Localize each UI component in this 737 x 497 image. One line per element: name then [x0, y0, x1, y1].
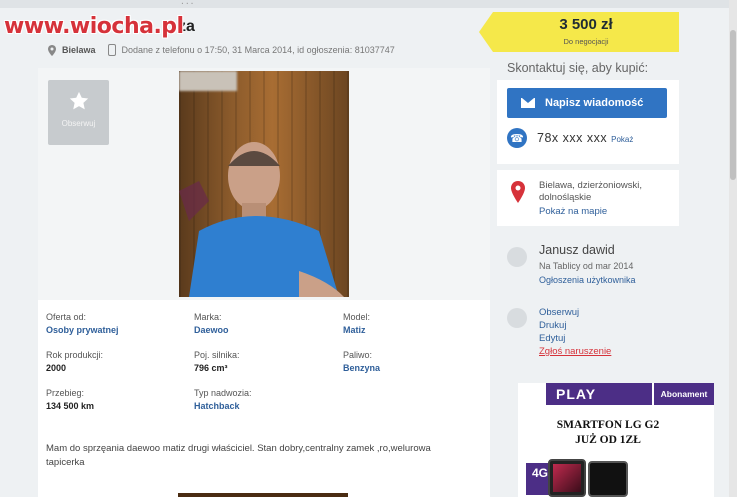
listing-photo[interactable] — [179, 71, 349, 297]
blurred-region — [179, 71, 237, 91]
next-photo-peek[interactable] — [178, 493, 348, 497]
spec-value: 796 cm³ — [194, 363, 228, 373]
watermark: www.wiocha.pl — [4, 14, 184, 39]
actions-box: Obserwuj Drukuj Edytuj Zgłoś naruszenie — [497, 304, 679, 364]
send-message-button[interactable]: Napisz wiadomość — [507, 88, 667, 118]
observe-label: Obserwuj — [61, 119, 96, 128]
listing-main-panel: Obserwuj Oferta od: Osoby prywatnej Marka… — [38, 68, 490, 497]
scrollbar[interactable] — [729, 0, 737, 497]
user-box: Janusz dawid Na Tablicy od mar 2014 Ogło… — [497, 239, 679, 291]
spec-key: Marka: — [194, 312, 222, 322]
print-link[interactable]: Drukuj — [539, 320, 566, 331]
listing-description: Mam do sprzęania daewoo matiz drugi właś… — [46, 443, 431, 468]
avatar — [507, 247, 527, 267]
address-text: ... — [180, 0, 195, 6]
spec-key: Model: — [343, 312, 371, 322]
listing-location[interactable]: Bielawa — [62, 45, 96, 55]
user-since: Na Tablicy od mar 2014 — [539, 261, 634, 271]
observe-link[interactable]: Obserwuj — [539, 307, 579, 318]
spec-value-link[interactable]: Daewoo — [194, 325, 229, 335]
person-photo-illustration — [179, 142, 344, 297]
spec-mileage: Przebieg: 134 500 km — [46, 388, 94, 411]
send-message-label: Napisz wiadomość — [545, 97, 644, 109]
listing-meta: Bielawa Dodane z telefonu o 17:50, 31 Ma… — [48, 44, 395, 56]
location-text: Bielawa, dzierżoniowski, dolnośląskie — [539, 180, 642, 204]
spec-key: Rok produkcji: — [46, 350, 104, 360]
spec-value: 2000 — [46, 363, 67, 373]
spec-value: 134 500 km — [46, 401, 95, 411]
price-tag: 3 500 zł Do negocjacji — [479, 12, 679, 52]
envelope-icon — [521, 98, 535, 108]
report-link[interactable]: Zgłoś naruszenie — [539, 346, 611, 357]
price-negotiable: Do negocjacji — [563, 37, 609, 46]
phone-icon: ☎ — [507, 128, 527, 148]
spec-body-type: Typ nadwozia: Hatchback — [194, 388, 252, 411]
spec-offer-from: Oferta od: Osoby prywatnej — [46, 312, 119, 335]
user-name: Janusz dawid — [539, 243, 615, 257]
spec-make: Marka: Daewoo — [194, 312, 229, 335]
user-ads-link[interactable]: Ogłoszenia użytkownika — [539, 275, 636, 285]
location-pin-icon — [48, 44, 56, 56]
spec-value-link[interactable]: Matiz — [343, 325, 370, 335]
spec-key: Oferta od: — [46, 312, 87, 322]
spec-year: Rok produkcji: 2000 — [46, 350, 103, 373]
star-icon — [69, 91, 88, 110]
contact-box: Napisz wiadomość ☎ 78x xxx xxx Pokaż — [497, 80, 679, 164]
location-line1: Bielawa, dzierżoniowski, — [539, 180, 642, 191]
spec-engine: Poj. silnika: 796 cm³ — [194, 350, 240, 373]
map-pin-icon — [511, 181, 525, 203]
listing-added-info: Dodane z telefonu o 17:50, 31 Marca 2014… — [121, 45, 395, 55]
spec-key: Paliwo: — [343, 350, 373, 360]
chat-bubble-icon — [507, 308, 527, 328]
ad-brand: PLAY — [546, 383, 652, 405]
location-box: Bielawa, dzierżoniowski, dolnośląskie Pok… — [497, 170, 679, 226]
spec-key: Typ nadwozia: — [194, 388, 252, 398]
edit-link[interactable]: Edytuj — [539, 333, 565, 344]
advertisement-banner[interactable]: PLAY Abonament SMARTFON LG G2 JUŻ OD 1ZŁ… — [518, 383, 714, 497]
location-line2: dolnośląskie — [539, 192, 592, 203]
ad-line2: JUŻ OD 1ZŁ — [575, 434, 641, 446]
spec-key: Poj. silnika: — [194, 350, 240, 360]
phone-number: 78x xxx xxx — [537, 131, 608, 145]
scrollbar-thumb[interactable] — [730, 30, 736, 180]
spec-value-link[interactable]: Hatchback — [194, 401, 252, 411]
ad-phone-image-2 — [588, 461, 628, 497]
ad-phone-screen — [553, 464, 581, 492]
ad-line1: SMARTFON LG G2 — [556, 419, 660, 431]
spec-fuel: Paliwo: Benzyna — [343, 350, 380, 373]
spec-model: Model: Matiz — [343, 312, 370, 335]
mobile-phone-icon — [107, 44, 116, 56]
spec-value-link[interactable]: Benzyna — [343, 363, 380, 373]
show-map-link[interactable]: Pokaż na mapie — [539, 206, 607, 217]
ad-phone-image — [548, 459, 586, 497]
address-strip: ... — [0, 0, 737, 8]
price-amount: 3 500 zł — [559, 16, 613, 33]
spec-value-link[interactable]: Osoby prywatnej — [46, 325, 119, 335]
ad-tag: Abonament — [654, 383, 714, 405]
contact-heading: Skontaktuj się, aby kupić: — [507, 61, 649, 75]
phone-row: ☎ 78x xxx xxx Pokaż — [507, 128, 633, 148]
observe-button[interactable]: Obserwuj — [48, 80, 109, 145]
spec-key: Przebieg: — [46, 388, 85, 398]
show-phone-link[interactable]: Pokaż — [611, 135, 633, 144]
